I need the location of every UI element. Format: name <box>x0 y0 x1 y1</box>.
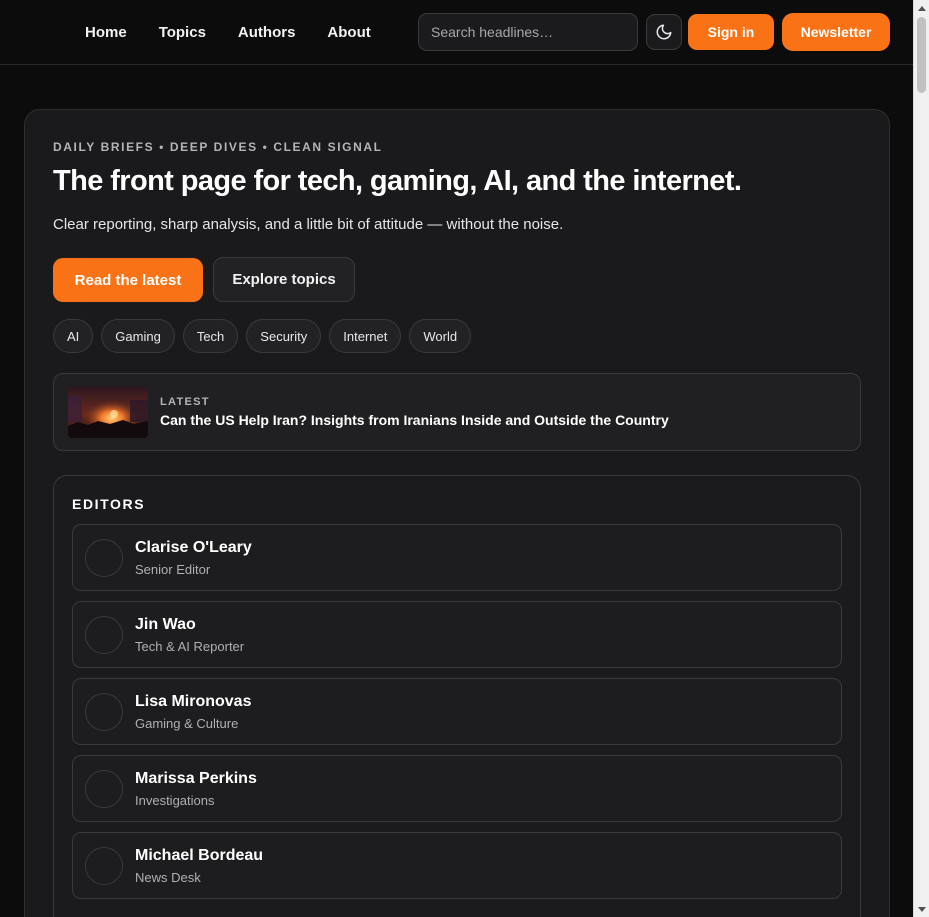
avatar <box>85 693 123 731</box>
topic-chips: AI Gaming Tech Security Internet World <box>53 319 472 353</box>
scroll-up-arrow-icon[interactable] <box>914 2 929 14</box>
scrollbar-thumb[interactable] <box>917 17 926 93</box>
avatar <box>85 770 123 808</box>
avatar <box>85 616 123 654</box>
hero-eyebrow: DAILY BRIEFS • DEEP DIVES • CLEAN SIGNAL <box>53 140 383 154</box>
editor-role: News Desk <box>135 870 201 885</box>
sign-in-button[interactable]: Sign in <box>688 14 774 50</box>
editor-role: Investigations <box>135 793 215 808</box>
page: Home Topics Authors About Sign in Newsle… <box>0 0 913 917</box>
latest-story-image <box>68 386 148 438</box>
search-input[interactable] <box>418 13 638 51</box>
editor-card[interactable]: Michael Bordeau News Desk <box>72 832 842 899</box>
scroll-down-arrow-icon[interactable] <box>914 903 929 915</box>
editor-card[interactable]: Marissa Perkins Investigations <box>72 755 842 822</box>
nav-authors[interactable]: Authors <box>238 24 296 41</box>
latest-story-title[interactable]: Can the US Help Iran? Insights from Iran… <box>160 412 669 428</box>
moon-icon <box>656 24 672 40</box>
editor-role: Senior Editor <box>135 562 211 577</box>
nav-home[interactable]: Home <box>85 24 127 41</box>
latest-kicker: LATEST <box>160 396 210 408</box>
editor-card[interactable]: Clarise O'Leary Senior Editor <box>72 524 842 591</box>
editors-panel: EDITORS Clarise O'Leary Senior Editor Ji… <box>53 475 861 917</box>
hero-subline: Clear reporting, sharp analysis, and a l… <box>53 216 564 233</box>
hero-card: DAILY BRIEFS • DEEP DIVES • CLEAN SIGNAL… <box>24 109 890 917</box>
editor-name: Lisa Mironovas <box>135 693 252 710</box>
hero-headline: The front page for tech, gaming, AI, and… <box>53 165 742 197</box>
page-scrollbar[interactable] <box>913 0 929 917</box>
editor-name: Jin Wao <box>135 616 196 633</box>
avatar <box>85 847 123 885</box>
editor-name: Marissa Perkins <box>135 770 257 787</box>
read-latest-button[interactable]: Read the latest <box>53 258 203 302</box>
topic-chip-world[interactable]: World <box>409 319 472 353</box>
latest-story-card[interactable]: LATEST Can the US Help Iran? Insights fr… <box>53 373 861 451</box>
avatar <box>85 539 123 577</box>
editor-name: Clarise O'Leary <box>135 539 252 556</box>
site-header: Home Topics Authors About Sign in Newsle… <box>0 0 913 65</box>
topic-chip-tech[interactable]: Tech <box>182 319 239 353</box>
editor-card[interactable]: Lisa Mironovas Gaming & Culture <box>72 678 842 745</box>
newsletter-button[interactable]: Newsletter <box>782 13 890 51</box>
topic-chip-ai[interactable]: AI <box>53 319 94 353</box>
editor-card[interactable]: Jin Wao Tech & AI Reporter <box>72 601 842 668</box>
explore-topics-button[interactable]: Explore topics <box>213 257 355 302</box>
topic-chip-gaming[interactable]: Gaming <box>101 319 175 353</box>
editor-role: Tech & AI Reporter <box>135 639 245 654</box>
topic-chip-security[interactable]: Security <box>246 319 322 353</box>
main-nav: Home Topics Authors About <box>85 0 371 64</box>
editors-heading: EDITORS <box>72 496 146 512</box>
nav-topics[interactable]: Topics <box>159 24 206 41</box>
theme-toggle-button[interactable] <box>646 14 682 50</box>
editor-name: Michael Bordeau <box>135 847 264 864</box>
topic-chip-internet[interactable]: Internet <box>329 319 402 353</box>
editor-role: Gaming & Culture <box>135 716 239 731</box>
nav-about[interactable]: About <box>327 24 370 41</box>
